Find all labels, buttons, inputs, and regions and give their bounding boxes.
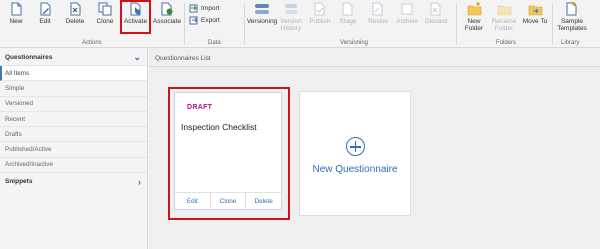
- rename-folder-icon: [497, 5, 511, 16]
- stage-button[interactable]: Stage: [338, 2, 358, 25]
- sidebar: Questionnaires ⌄ All Items Simple Versio…: [0, 49, 148, 249]
- clone-button[interactable]: Clone: [95, 2, 115, 25]
- new-folder-button[interactable]: New Folder: [462, 2, 486, 32]
- data-group-label: Data: [208, 40, 221, 46]
- revise-icon: [372, 2, 383, 16]
- sidebar-item-all-items[interactable]: All Items: [0, 66, 147, 82]
- delete-button[interactable]: Delete: [64, 2, 86, 25]
- version-history-icon: [285, 4, 297, 14]
- versioning-group-label: Versioning: [340, 40, 369, 46]
- ribbon-separator: [552, 3, 553, 45]
- title-divider: [149, 66, 600, 67]
- versioning-icon: [255, 4, 269, 14]
- actions-group-label: Actions: [82, 40, 102, 46]
- ribbon-toolbar: New Edit Delete Clone Activate Associate…: [0, 0, 600, 48]
- page-title: Questionnaires List: [155, 55, 211, 62]
- import-icon: [189, 4, 198, 13]
- version-history-button[interactable]: Version History: [279, 2, 303, 32]
- move-to-button[interactable]: Move To: [521, 2, 549, 25]
- stage-icon: [342, 2, 353, 16]
- sidebar-item-simple[interactable]: Simple: [0, 81, 147, 97]
- move-to-folder-icon: [528, 5, 542, 16]
- publish-icon: [314, 2, 325, 16]
- ribbon-separator: [456, 3, 457, 45]
- new-questionnaire-card[interactable]: New Questionnaire: [299, 91, 411, 216]
- new-document-icon: [11, 2, 21, 16]
- folders-group-label: Folders: [496, 40, 517, 46]
- export-icon: [189, 16, 198, 25]
- activate-highlight-box: [120, 0, 151, 34]
- rename-folder-button[interactable]: Rename Folder: [491, 2, 517, 32]
- card-highlight-box: [168, 87, 290, 220]
- plus-circle-icon: [345, 137, 365, 156]
- new-button[interactable]: New: [6, 2, 26, 25]
- associate-icon: [161, 2, 173, 16]
- sidebar-item-published-active[interactable]: Published/Active: [0, 142, 147, 158]
- associate-button[interactable]: Associate: [152, 2, 182, 25]
- new-questionnaire-label: New Questionnaire: [312, 164, 398, 175]
- delete-document-icon: [70, 2, 80, 16]
- snippets-section-header[interactable]: Snippets ›: [0, 173, 147, 190]
- versioning-button[interactable]: Versioning: [247, 2, 277, 25]
- ribbon-separator: [184, 3, 185, 45]
- chevron-right-icon[interactable]: ›: [138, 177, 141, 187]
- export-button[interactable]: Export: [189, 16, 220, 25]
- library-group-label: Library: [561, 40, 580, 46]
- revise-button[interactable]: Revise: [368, 2, 388, 25]
- edit-button[interactable]: Edit: [36, 2, 54, 25]
- discard-button[interactable]: Discard: [424, 2, 448, 25]
- sample-templates-button[interactable]: Sample Templates: [556, 2, 588, 32]
- sidebar-item-recent[interactable]: Recent: [0, 112, 147, 128]
- discard-icon: [430, 2, 441, 16]
- questionnaires-section-header[interactable]: Questionnaires ⌄: [0, 49, 147, 66]
- clone-icon: [98, 2, 112, 16]
- ribbon-separator: [244, 3, 245, 45]
- sidebar-item-archived-inactive[interactable]: Archived/Inactive: [0, 158, 147, 174]
- sidebar-item-drafts[interactable]: Drafts: [0, 127, 147, 143]
- chevron-down-icon[interactable]: ⌄: [133, 52, 141, 63]
- archive-icon: [401, 3, 413, 15]
- sidebar-item-versioned[interactable]: Versioned: [0, 97, 147, 112]
- publish-button[interactable]: Publish: [308, 2, 332, 25]
- sample-templates-icon: [566, 2, 577, 16]
- archive-button[interactable]: Archive: [395, 2, 419, 25]
- edit-document-icon: [40, 2, 50, 16]
- import-button[interactable]: Import: [189, 4, 219, 13]
- new-folder-icon: [467, 2, 481, 16]
